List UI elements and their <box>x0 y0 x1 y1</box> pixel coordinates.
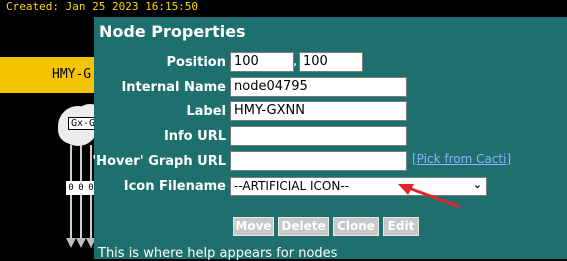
icon-filename-value: --ARTIFICIAL ICON-- <box>234 179 350 193</box>
position-comma: , <box>293 54 298 69</box>
chevron-down-icon: ⌄ <box>472 178 482 191</box>
position-label: Position <box>166 55 226 70</box>
pick-from-cacti-link[interactable]: [Pick from Cacti] <box>412 152 511 166</box>
edit-button[interactable]: Edit <box>383 217 419 236</box>
hover-graph-url-label: 'Hover' Graph URL <box>92 154 226 169</box>
node-label: HMY-G <box>52 67 92 82</box>
internal-name-label: Internal Name <box>121 80 226 95</box>
link-bw-label: 0 <box>76 181 86 195</box>
red-arrow-icon <box>398 184 461 209</box>
position-y-input[interactable]: 100 <box>299 52 363 72</box>
move-button[interactable]: Move <box>233 217 274 236</box>
node-properties-dialog: Node Properties Position 100 , 100 Inter… <box>92 17 567 261</box>
created-timestamp: Created: Jan 25 2023 16:15:50 <box>6 0 199 13</box>
clone-button[interactable]: Clone <box>333 217 379 236</box>
info-url-input[interactable] <box>230 126 407 146</box>
link-bw-label: 0 <box>66 181 76 195</box>
internal-name-input[interactable]: node04795 <box>230 77 407 97</box>
info-url-label: Info URL <box>163 129 226 144</box>
link-arrow-icon <box>76 238 86 248</box>
label-label: Label <box>186 104 226 119</box>
label-input[interactable]: HMY-GXNN <box>230 101 407 121</box>
icon-filename-label: Icon Filename <box>123 179 226 194</box>
link-arrow-icon <box>66 238 76 248</box>
position-x-input[interactable]: 100 <box>230 52 294 72</box>
dialog-title: Node Properties <box>99 22 246 41</box>
delete-button[interactable]: Delete <box>278 217 329 236</box>
hover-graph-url-input[interactable] <box>230 151 407 171</box>
